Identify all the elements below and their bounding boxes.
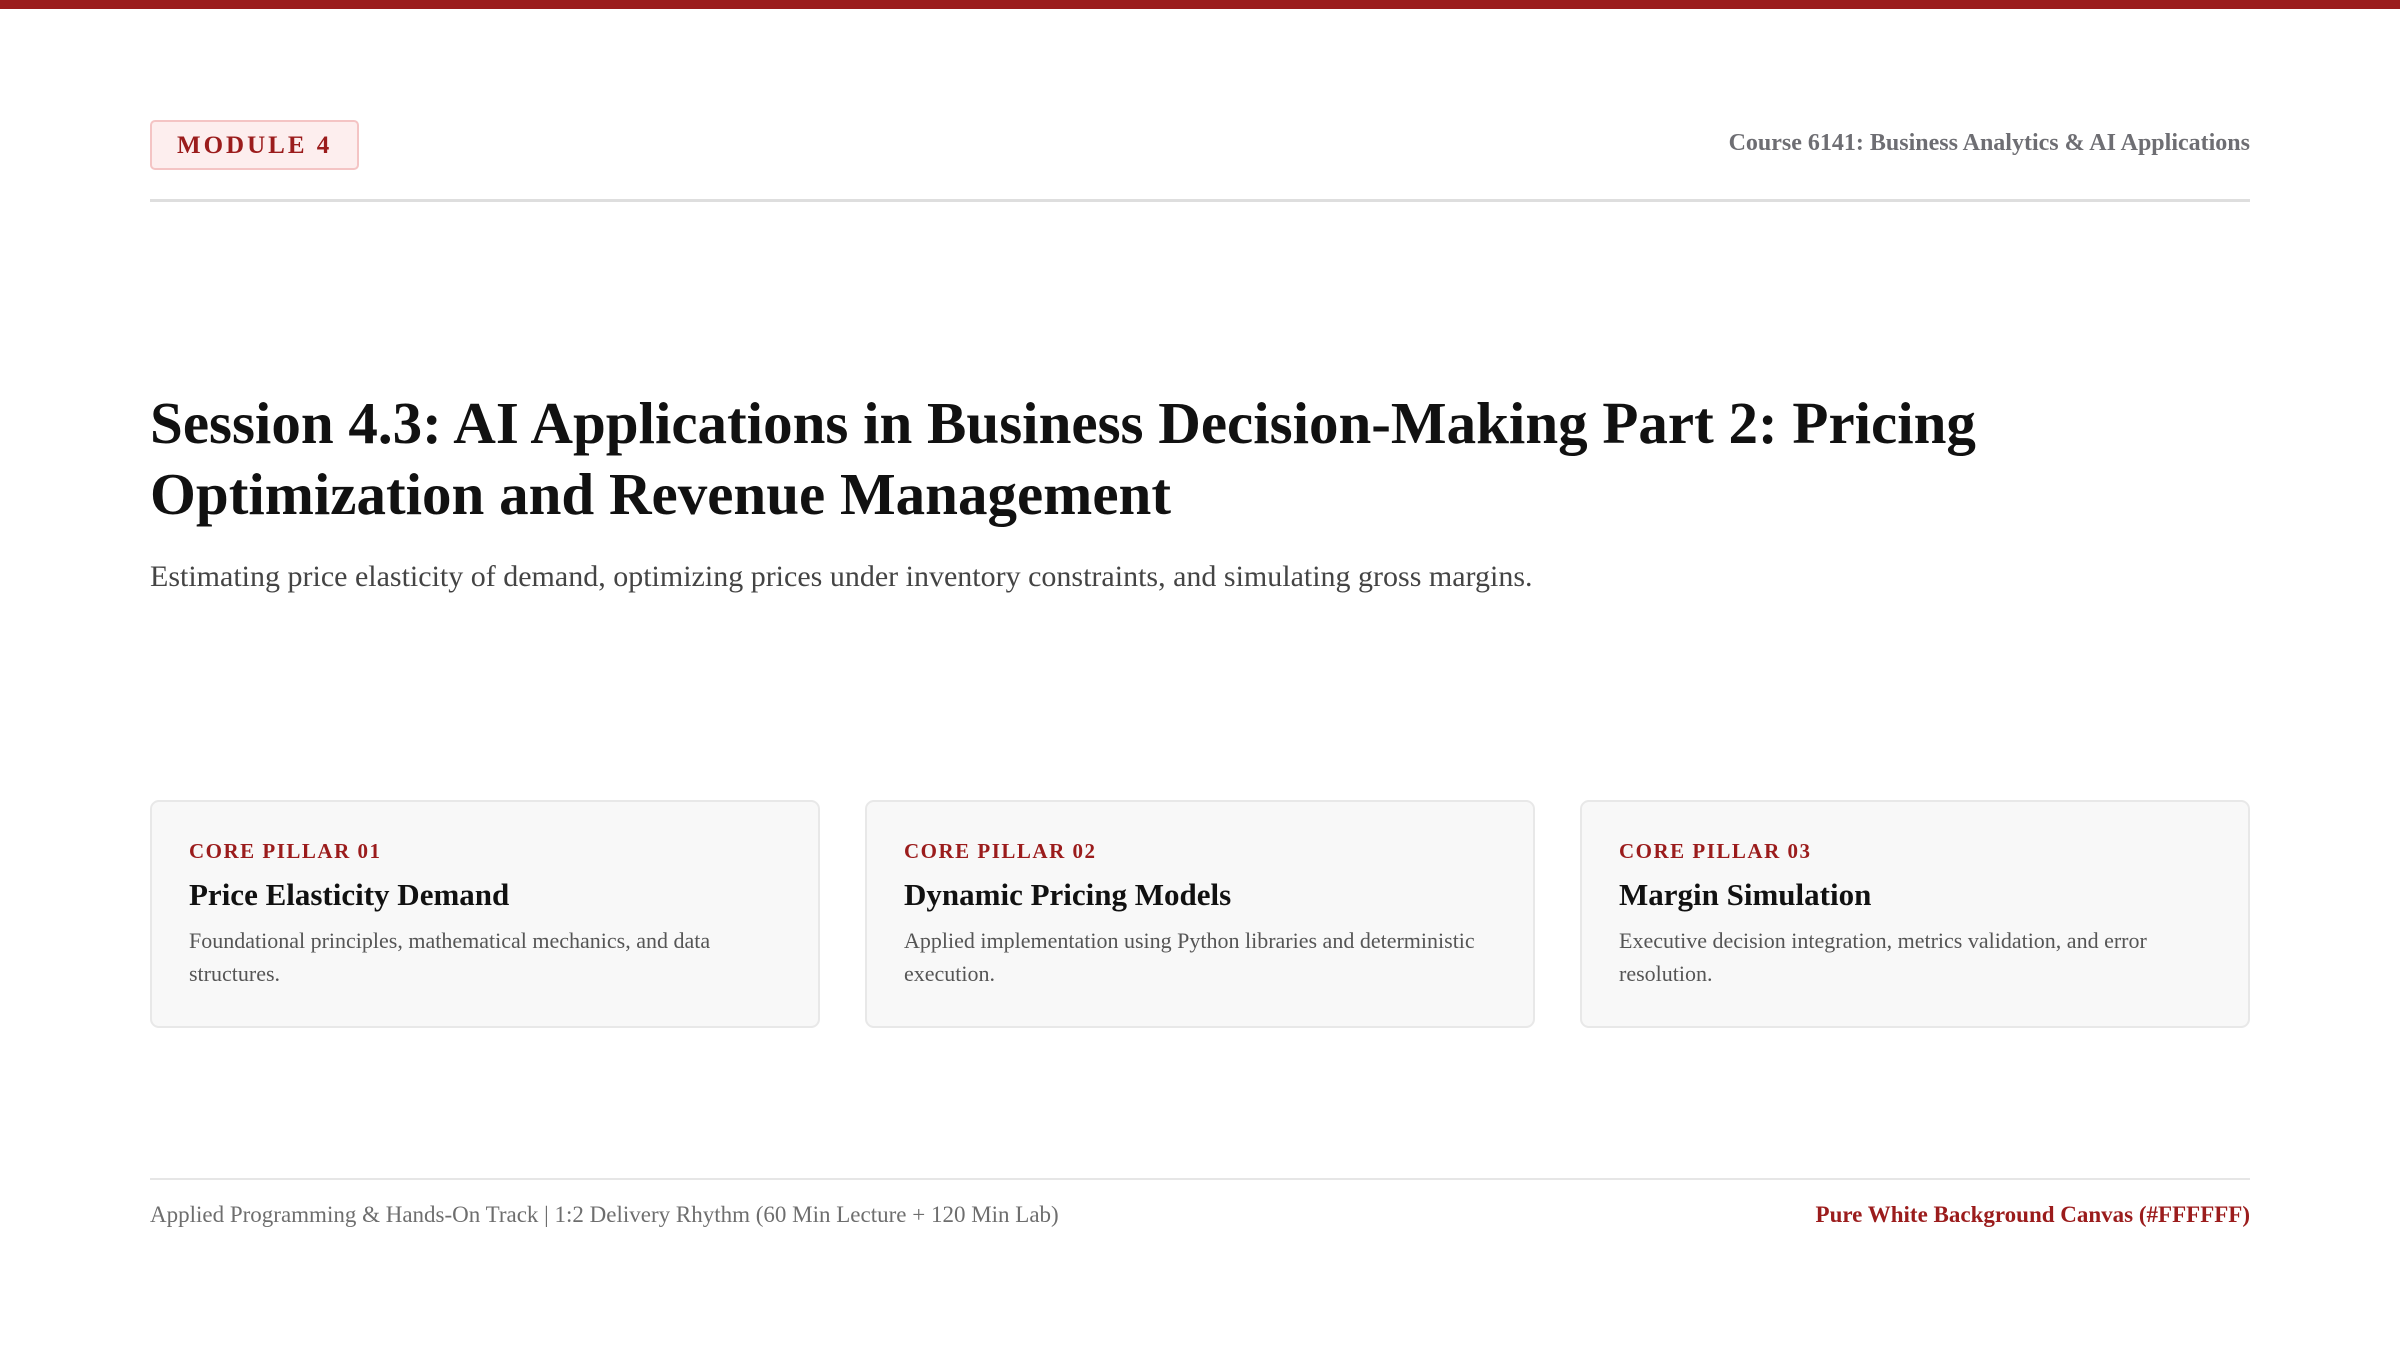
pillar-description: Foundational principles, mathematical me… [189,928,711,986]
pillar-heading: Price Elasticity Demand [189,877,510,912]
pillar-card-02: CORE PILLAR 02 Dynamic Pricing Models Ap… [865,800,1535,1028]
pillar-description: Applied implementation using Python libr… [904,928,1475,986]
module-badge: MODULE 4 [150,120,360,170]
footer-canvas-note: Pure White Background Canvas (#FFFFFF) [1815,1202,2250,1227]
top-accent-bar [0,0,2400,9]
pillar-tag: CORE PILLAR 03 [1619,839,1812,863]
slide-footer: Applied Programming & Hands-On Track | 1… [150,1178,2250,1238]
pillar-description: Executive decision integration, metrics … [1619,928,2147,986]
pillar-card-01: CORE PILLAR 01 Price Elasticity Demand F… [150,800,820,1028]
course-title: Course 6141: Business Analytics & AI App… [1728,130,2250,156]
pillar-card-03: CORE PILLAR 03 Margin Simulation Executi… [1580,800,2250,1028]
footer-track-info: Applied Programming & Hands-On Track | 1… [150,1202,1059,1227]
pillar-tag: CORE PILLAR 01 [189,839,382,863]
session-subtitle: Estimating price elasticity of demand, o… [150,560,1533,593]
pillar-heading: Dynamic Pricing Models [904,877,1232,912]
pillar-heading: Margin Simulation [1619,877,1872,912]
pillar-tag: CORE PILLAR 02 [904,839,1097,863]
session-title: Session 4.3: AI Applications in Business… [150,390,1976,527]
slide-header: MODULE 4 Course 6141: Business Analytics… [150,120,2250,202]
